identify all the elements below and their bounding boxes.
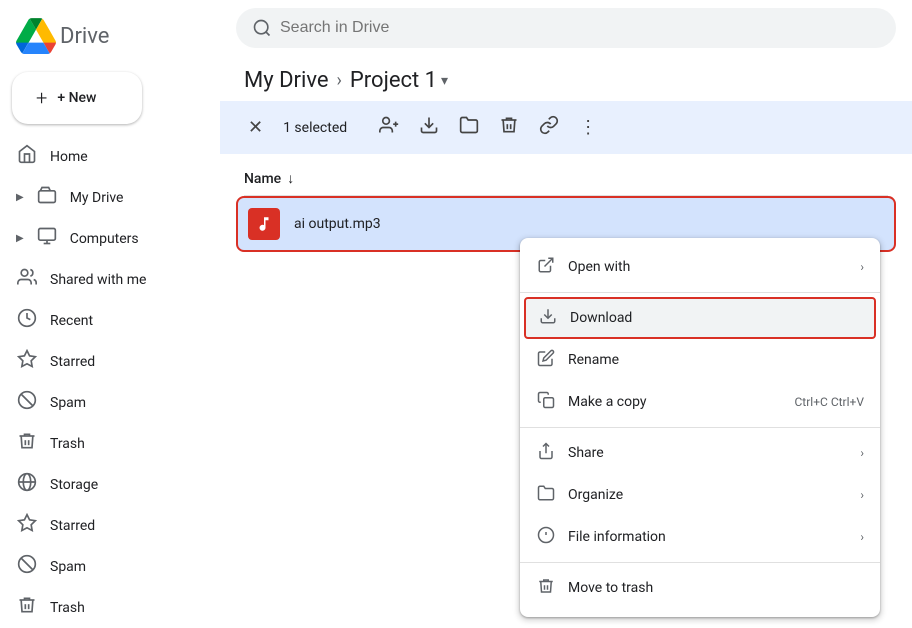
- move-to-trash-label: Move to trash: [568, 580, 864, 596]
- main-content: My Drive › Project 1 ▾ ✕ 1 selected: [220, 0, 912, 626]
- share-label: Share: [568, 445, 848, 461]
- rename-label: Rename: [568, 352, 864, 368]
- context-menu-make-copy[interactable]: Make a copy Ctrl+C Ctrl+V: [520, 381, 880, 423]
- context-menu-open-with[interactable]: Open with ›: [520, 246, 880, 288]
- open-with-arrow-icon: ›: [860, 260, 864, 274]
- context-menu-organize[interactable]: Organize ›: [520, 474, 880, 516]
- share-icon: [536, 442, 556, 464]
- context-menu-rename[interactable]: Rename: [520, 339, 880, 381]
- context-menu-file-info[interactable]: File information ›: [520, 516, 880, 558]
- context-menu-share[interactable]: Share ›: [520, 432, 880, 474]
- download-label: Download: [570, 310, 862, 326]
- context-menu: Open with › Download Rename: [520, 238, 880, 617]
- file-info-icon: [536, 526, 556, 548]
- menu-divider-2: [520, 427, 880, 428]
- organize-label: Organize: [568, 487, 848, 503]
- file-info-arrow-icon: ›: [860, 530, 864, 544]
- copy-icon: [536, 391, 556, 413]
- open-with-label: Open with: [568, 259, 848, 275]
- organize-icon: [536, 484, 556, 506]
- file-info-label: File information: [568, 529, 848, 545]
- make-copy-shortcut: Ctrl+C Ctrl+V: [795, 395, 865, 409]
- open-with-icon: [536, 256, 556, 278]
- rename-icon: [536, 349, 556, 371]
- context-menu-move-to-trash[interactable]: Move to trash: [520, 567, 880, 609]
- context-menu-download[interactable]: Download: [524, 297, 876, 339]
- context-menu-overlay: Open with › Download Rename: [0, 0, 912, 626]
- move-to-trash-icon: [536, 577, 556, 599]
- make-copy-label: Make a copy: [568, 394, 783, 410]
- menu-divider-3: [520, 562, 880, 563]
- download-icon: [538, 307, 558, 329]
- menu-divider-1: [520, 292, 880, 293]
- share-arrow-icon: ›: [860, 446, 864, 460]
- organize-arrow-icon: ›: [860, 488, 864, 502]
